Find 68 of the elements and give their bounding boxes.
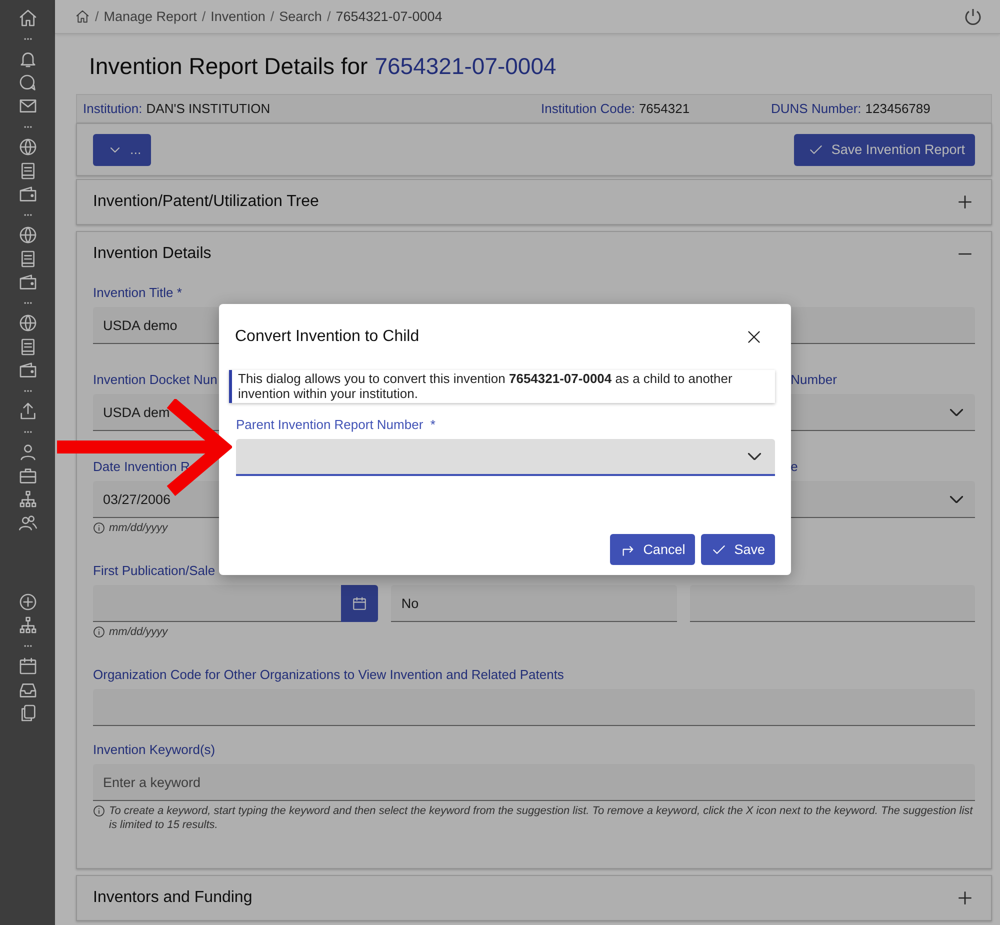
page-title: Invention Report Details for xyxy=(89,53,368,79)
info-icon xyxy=(93,522,105,534)
wallet-icon[interactable] xyxy=(18,272,38,292)
input-field[interactable] xyxy=(93,689,975,726)
breadcrumb-link[interactable]: Search xyxy=(279,9,322,24)
globe-icon[interactable] xyxy=(18,137,38,157)
power-icon[interactable] xyxy=(963,6,983,26)
wallet-icon[interactable] xyxy=(18,360,38,380)
field-label: Parent Invention Report Number * xyxy=(236,417,436,432)
field-label: Number xyxy=(790,372,837,387)
save-button[interactable]: Save xyxy=(701,534,775,565)
field-label: Organization Code for Other Organizations to View Invention and Related Patents xyxy=(93,667,564,682)
crumb-separator: / xyxy=(95,9,99,24)
info-message: This dialog allows you to convert this invention 7654321-07-0004 as a child to another invention within your institution. xyxy=(229,370,775,403)
input-field[interactable] xyxy=(93,585,342,622)
section-title: Invention/Patent/Utilization Tree xyxy=(93,193,319,211)
upload-icon[interactable] xyxy=(18,401,38,421)
input-field[interactable]: No xyxy=(391,585,677,622)
crumb-separator: / xyxy=(202,9,206,24)
breadcrumb-link[interactable]: Manage Report xyxy=(104,9,197,24)
globe-icon[interactable] xyxy=(18,225,38,245)
dialog-title: Convert Invention to Child xyxy=(235,328,420,346)
hierarchy-icon[interactable] xyxy=(18,489,38,509)
home-icon[interactable] xyxy=(75,9,90,24)
hint-text: mm/dd/yyyy xyxy=(109,521,168,535)
actions-button[interactable]: ... xyxy=(93,134,152,166)
crumb-separator: / xyxy=(270,9,274,24)
field-label: Institution: xyxy=(83,101,142,116)
select-field[interactable] xyxy=(236,439,775,476)
section-title: Inventors and Funding xyxy=(93,889,252,907)
briefcase-icon[interactable] xyxy=(18,466,38,486)
field-value: 7654321 xyxy=(638,101,690,116)
chat-icon[interactable] xyxy=(18,72,38,92)
globe-icon[interactable] xyxy=(18,313,38,333)
close-icon[interactable] xyxy=(745,328,763,346)
users-icon[interactable] xyxy=(18,512,38,532)
chevron-down-icon xyxy=(748,453,761,460)
chevron-down-icon xyxy=(950,496,963,503)
info-icon xyxy=(93,805,105,817)
field-label: Invention Keyword(s) xyxy=(93,742,216,757)
calendar-icon[interactable] xyxy=(18,656,38,676)
hint-text: To create a keyword, start typing the keyword and then select the keyword from the suggestion list. To remove a keyword, click the X icon next to the keyword. The suggestion list is limited to 15 results. xyxy=(109,804,974,832)
field-label: Invention Title * xyxy=(93,285,182,300)
hierarchy-icon[interactable] xyxy=(18,615,38,635)
field-label: Institution Code: xyxy=(541,101,635,116)
invention-number: 7654321-07-0004 xyxy=(374,53,556,79)
breadcrumb-link[interactable]: Invention xyxy=(210,9,266,24)
info-icon xyxy=(93,626,105,638)
chevron-down-icon xyxy=(950,409,963,416)
wallet-icon[interactable] xyxy=(18,184,38,204)
input-field[interactable] xyxy=(690,585,975,622)
field-value: 123456789 xyxy=(865,101,930,116)
cancel-button[interactable]: Cancel xyxy=(610,534,696,565)
add-icon[interactable] xyxy=(18,592,38,612)
calendar-icon xyxy=(353,597,366,610)
section-title: Invention Details xyxy=(93,245,212,263)
field-label: First Publication/Sale xyxy=(93,563,216,578)
field-value: DAN'S INSTITUTION xyxy=(146,101,270,116)
save-report-button[interactable]: Save Invention Report xyxy=(794,134,975,166)
calendar-button[interactable] xyxy=(341,585,378,622)
user-icon[interactable] xyxy=(18,442,38,462)
field-label: DUNS Number: xyxy=(771,101,862,116)
field-label: Invention Docket Nun xyxy=(93,372,218,387)
input-field[interactable]: Enter a keyword xyxy=(93,764,975,801)
crumb-separator: / xyxy=(326,9,331,24)
breadcrumb-current: 7654321-07-0004 xyxy=(336,9,442,24)
hint-text: mm/dd/yyyy xyxy=(109,625,168,639)
field-label: e xyxy=(790,459,798,474)
